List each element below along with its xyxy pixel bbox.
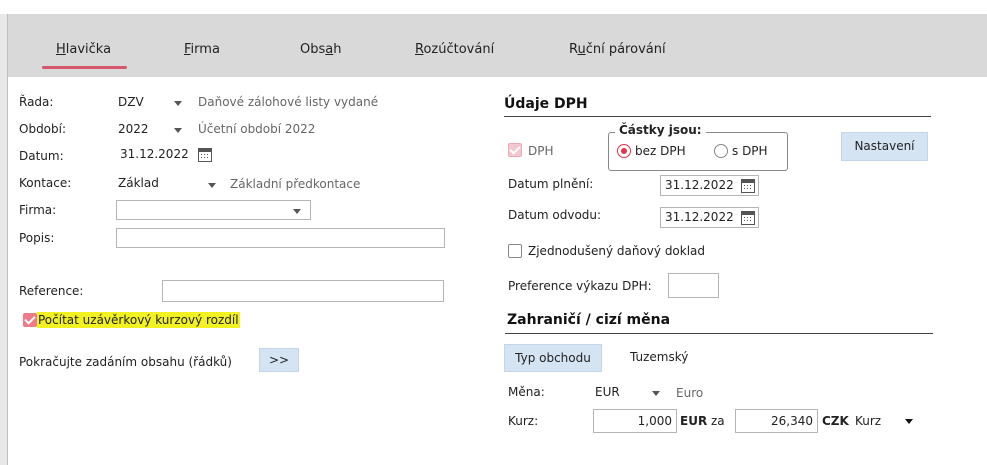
typ-obchodu-value: Tuzemský: [630, 350, 689, 364]
continue-hint: Pokračujte zadáním obsahu (řádků): [19, 355, 232, 369]
dph-checkbox[interactable]: [508, 143, 522, 157]
s-dph-radio[interactable]: [714, 144, 728, 158]
chevron-down-icon: [905, 419, 913, 424]
popis-field[interactable]: [116, 228, 445, 248]
zjednoduseny-label: Zjednodušený daňový doklad: [528, 244, 706, 258]
document-panel: Hlavička Firma Obsah Rozúčtování Ruční p…: [7, 14, 987, 465]
kurz-label: Kurz:: [508, 414, 539, 428]
kurzovy-rozdil-label: Počítat uzávěrkový kurzový rozdíl: [37, 312, 240, 328]
tab-firma[interactable]: Firma: [184, 42, 220, 57]
datum-odvodu-label: Datum odvodu:: [508, 208, 602, 222]
obdobi-select[interactable]: 2022: [116, 120, 188, 140]
datum-odvodu-field[interactable]: 31.12.2022: [660, 207, 759, 228]
kontace-description: Základní předkontace: [230, 177, 361, 191]
bez-dph-label: bez DPH: [635, 144, 686, 158]
kontace-select[interactable]: Základ: [116, 174, 221, 194]
dph-section-divider: [504, 116, 931, 117]
tab-rozuctovani[interactable]: Rozúčtování: [415, 42, 494, 57]
datum-plneni-value: 31.12.2022: [665, 178, 734, 192]
calendar-icon[interactable]: [741, 179, 755, 193]
datum-label: Datum:: [19, 149, 64, 163]
castky-legend: Částky jsou:: [615, 123, 706, 137]
kontace-label: Kontace:: [19, 176, 72, 190]
preference-label: Preference výkazu DPH:: [508, 279, 652, 293]
chevron-down-icon: [174, 128, 182, 133]
datum-value: 31.12.2022: [120, 147, 189, 161]
kurz-czk-label: CZK: [822, 414, 849, 428]
foreign-section-divider: [505, 333, 933, 334]
chevron-down-icon: [652, 391, 660, 396]
calendar-icon[interactable]: [198, 148, 212, 162]
zjednoduseny-checkbox[interactable]: [508, 244, 522, 258]
mena-value: EUR: [595, 385, 620, 399]
datum-plneni-field[interactable]: 31.12.2022: [660, 175, 759, 196]
kurz-za-label: za: [711, 414, 725, 428]
bez-dph-radio[interactable]: [617, 144, 631, 158]
firma-label: Firma:: [19, 203, 57, 217]
tab-obsah[interactable]: Obsah: [300, 42, 341, 57]
datum-plneni-label: Datum plnění:: [508, 177, 594, 191]
chevron-down-icon: [208, 183, 216, 188]
firma-combobox[interactable]: [116, 200, 311, 220]
calendar-icon[interactable]: [741, 211, 755, 225]
preference-field[interactable]: [668, 273, 719, 298]
kurz-currency-label: EUR: [680, 414, 708, 428]
tab-rucni-parovani[interactable]: Ruční párování: [569, 42, 666, 57]
popis-label: Popis:: [19, 231, 55, 245]
mena-label: Měna:: [508, 385, 545, 399]
tab-bar: Hlavička Firma Obsah Rozúčtování Ruční p…: [8, 14, 987, 77]
kurz-czk-value: 26,340: [771, 414, 813, 428]
tab-hlavicka[interactable]: Hlavička: [56, 42, 111, 57]
mena-select[interactable]: EUR: [593, 383, 666, 403]
obdobi-description: Účetní období 2022: [198, 122, 316, 136]
obdobi-value: 2022: [118, 122, 149, 136]
checkmark-icon: [509, 143, 521, 155]
kurzovy-rozdil-checkbox[interactable]: [23, 313, 37, 327]
s-dph-label: s DPH: [732, 144, 768, 158]
obdobi-label: Období:: [19, 122, 67, 136]
chevron-down-icon: [293, 209, 301, 214]
kurz-amount-value: 1,000: [637, 414, 672, 428]
window-top-strip: [0, 0, 987, 14]
chevron-down-icon: [174, 101, 182, 106]
foreign-section-title: Zahraničí / cizí měna: [507, 312, 671, 328]
dph-section-title: Údaje DPH: [504, 96, 588, 112]
rada-label: Řada:: [19, 95, 54, 109]
kontace-value: Základ: [118, 176, 159, 190]
kurz-amount-field[interactable]: 1,000: [593, 409, 677, 433]
kurz-type-value: Kurz: [855, 414, 882, 428]
reference-field[interactable]: [162, 280, 444, 302]
reference-label: Reference:: [19, 284, 84, 298]
dph-checkbox-label: DPH: [528, 144, 554, 158]
rada-value: DZV: [118, 95, 144, 109]
kurz-czk-field[interactable]: 26,340: [735, 409, 818, 433]
typ-obchodu-button[interactable]: Typ obchodu: [504, 344, 602, 372]
continue-button[interactable]: >>: [259, 348, 299, 372]
kurz-type-select[interactable]: Kurz: [853, 410, 925, 432]
nastaveni-button[interactable]: Nastavení: [841, 132, 928, 161]
datum-odvodu-value: 31.12.2022: [665, 210, 734, 224]
mena-description: Euro: [676, 386, 704, 400]
active-tab-indicator: [42, 66, 127, 69]
checkmark-icon: [24, 313, 36, 325]
rada-select[interactable]: DZV: [116, 93, 188, 113]
rada-description: Daňové zálohové listy vydané: [198, 95, 379, 109]
